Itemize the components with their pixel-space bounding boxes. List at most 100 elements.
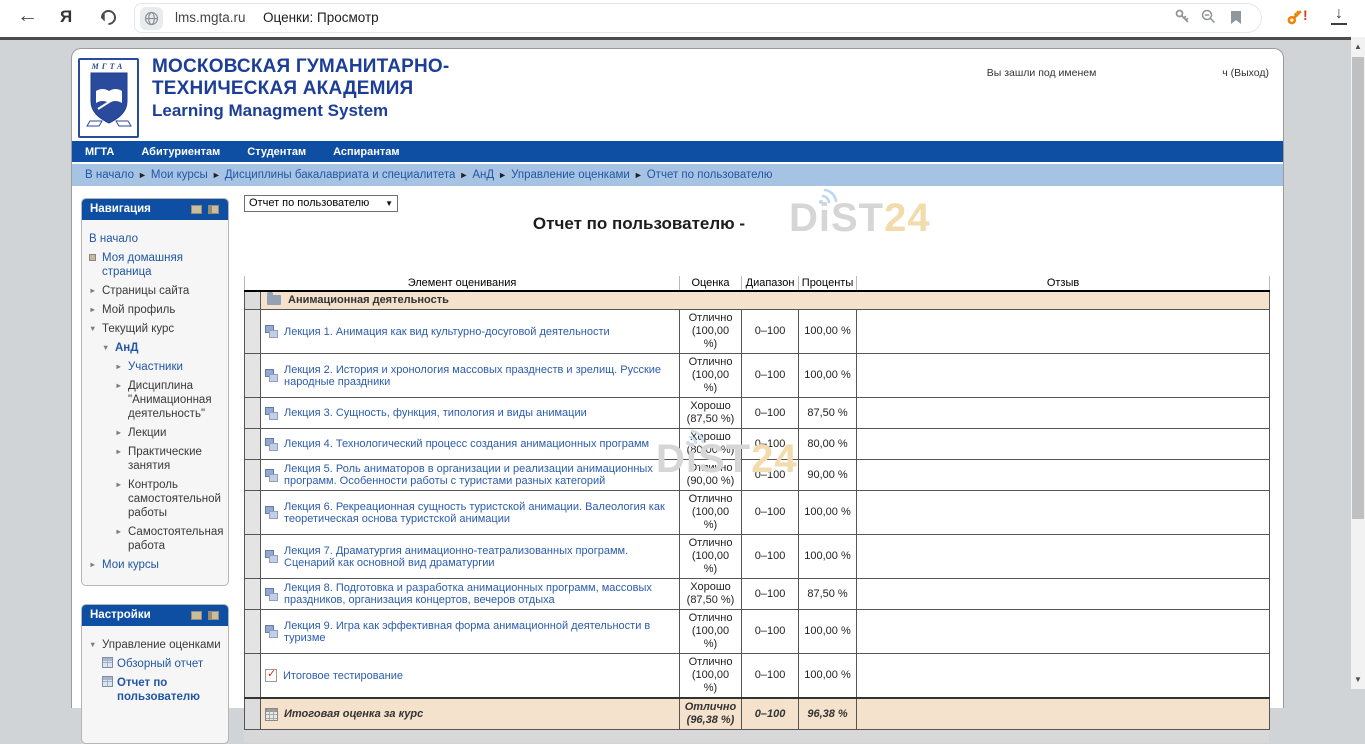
expand-icon[interactable]: ► — [115, 478, 128, 520]
sidebar-item-label[interactable]: В начало — [89, 232, 138, 246]
table-footer-strip — [244, 730, 1269, 743]
logout-link[interactable]: ч (Выход) — [1222, 67, 1269, 79]
refresh-icon[interactable] — [98, 7, 119, 28]
grade-item-link[interactable]: Лекция 5. Роль аниматоров в организации … — [284, 463, 675, 487]
scrollbar-thumb[interactable] — [1352, 57, 1364, 519]
wifi-arcs-icon — [817, 184, 843, 204]
sidebar-item-label: Практические занятия — [128, 445, 222, 473]
expand-icon[interactable]: ► — [115, 360, 128, 374]
report-select-value: Отчет по пользователю — [249, 197, 369, 209]
collapse-block-icon[interactable] — [191, 611, 202, 620]
folder-icon — [267, 295, 281, 305]
sidebar-item-label[interactable]: Обзорный отчет — [117, 657, 203, 671]
item-name-cell: Итоговая оценка за курс — [261, 698, 680, 730]
scroll-up-icon[interactable]: ▲ — [1351, 40, 1365, 54]
back-icon[interactable]: ← — [17, 4, 38, 28]
sidebar-item-label[interactable]: Участники — [128, 360, 183, 374]
scroll-down-icon[interactable]: ▼ — [1351, 673, 1365, 687]
percent-cell: 100,00 % — [799, 654, 857, 699]
indent-cell — [245, 698, 261, 730]
report-type-select[interactable]: Отчет по пользователю ▼ — [244, 195, 398, 212]
sidebar-item-label[interactable]: Мои курсы — [102, 558, 159, 572]
report-icon — [102, 676, 113, 687]
expand-icon[interactable]: ► — [115, 426, 128, 440]
percent-cell: 87,50 % — [799, 579, 857, 610]
expand-icon[interactable]: ► — [89, 303, 102, 317]
dock-block-icon[interactable] — [208, 205, 219, 214]
item-name-cell: Лекция 1. Анимация как вид культурно-дос… — [261, 310, 680, 354]
expand-icon[interactable]: ► — [89, 284, 102, 298]
nav-item[interactable]: МГТА — [85, 146, 114, 158]
item-name-cell: Лекция 7. Драматургия анимационно-театра… — [261, 535, 680, 579]
grade-item-link[interactable]: Лекция 8. Подготовка и разработка анимац… — [284, 582, 675, 606]
sidebar-item-label: Текущий курс — [102, 322, 174, 336]
settings-block-title: Настройки — [90, 609, 151, 621]
nav-item[interactable]: Абитуриентам — [141, 146, 220, 158]
grade-word: Отлично — [684, 312, 737, 325]
collapse-block-icon[interactable] — [191, 205, 202, 214]
sidebar-item: ►Мой профиль — [89, 303, 222, 317]
sidebar-item-label: Страницы сайта — [102, 284, 189, 298]
grade-item-link[interactable]: Лекция 1. Анимация как вид культурно-дос… — [284, 326, 610, 338]
grade-item-link[interactable]: Лекция 4. Технологический процесс создан… — [284, 438, 649, 450]
url-text[interactable]: lms.mgta.ru — [175, 10, 246, 25]
collapse-icon[interactable]: ▼ — [102, 341, 115, 355]
breadcrumb-link[interactable]: Дисциплины бакалавриата и специалитета — [225, 169, 456, 181]
browser-scrollbar[interactable]: ▲ ▼ — [1351, 37, 1365, 689]
dock-block-icon[interactable] — [208, 611, 219, 620]
grade-item-link[interactable]: Итоговое тестирование — [283, 670, 403, 682]
address-bar[interactable]: lms.mgta.ru Оценки: Просмотр — [134, 3, 1262, 33]
calculator-icon — [265, 708, 278, 721]
range-cell: 0–100 — [742, 579, 799, 610]
password-key-icon[interactable] — [1174, 8, 1191, 30]
expand-icon[interactable]: ► — [115, 445, 128, 473]
site-globe-icon[interactable] — [140, 7, 163, 30]
category-label: Анимационная деятельность — [288, 294, 449, 306]
grade-cell: Отлично(100,00 %) — [680, 354, 742, 398]
breadcrumb-link[interactable]: Отчет по пользователю — [647, 169, 773, 181]
grade-item-link[interactable]: Лекция 2. История и хронология массовых … — [284, 364, 675, 388]
password-alert-badge: ! — [1303, 7, 1308, 23]
grade-cell: Отлично(100,00 %) — [680, 310, 742, 354]
password-alert-key-icon[interactable] — [1286, 8, 1304, 31]
breadcrumb-link[interactable]: Управление оценками — [511, 169, 630, 181]
breadcrumb-link[interactable]: В начало — [85, 169, 134, 181]
expand-icon[interactable]: ► — [89, 558, 102, 572]
academy-crest-icon — [86, 71, 132, 129]
settings-block-header: Настройки — [82, 605, 228, 626]
find-zoom-icon[interactable] — [1200, 8, 1217, 30]
grade-item-row: Итоговое тестированиеОтлично(100,00 %)0–… — [245, 654, 1270, 699]
grade-word: Отлично — [684, 701, 737, 714]
nav-item[interactable]: Аспирантам — [333, 146, 399, 158]
grade-cell: Отлично(90,00 %) — [680, 460, 742, 491]
grade-percent: (100,00 %) — [684, 325, 737, 351]
expand-icon[interactable]: ► — [115, 525, 128, 553]
grade-percent: (100,00 %) — [684, 550, 737, 576]
sidebar-item: ▼Текущий курс — [89, 322, 222, 336]
percent-cell: 100,00 % — [799, 535, 857, 579]
grade-item-link[interactable]: Лекция 7. Драматургия анимационно-театра… — [284, 545, 675, 569]
grade-item-link[interactable]: Лекция 9. Игра как эффективная форма ани… — [284, 620, 675, 644]
breadcrumb-link[interactable]: АнД — [472, 169, 494, 181]
bookmark-icon[interactable] — [1231, 11, 1241, 24]
collapse-icon[interactable]: ▼ — [89, 638, 102, 652]
report-icon — [102, 657, 113, 668]
sidebar-item-label[interactable]: Отчет по пользователю — [117, 676, 222, 704]
downloads-icon[interactable]: ↓ — [1331, 5, 1347, 25]
grade-cell: Отлично(96,38 %) — [680, 698, 742, 730]
yandex-browser-icon[interactable]: Я — [60, 7, 72, 27]
nav-item[interactable]: Студентам — [247, 146, 306, 158]
sidebar-item: ►Практические занятия — [115, 445, 222, 473]
sidebar-item-label[interactable]: Моя домашняя страница — [102, 251, 222, 279]
sidebar-item: ▼Управление оценками — [89, 638, 222, 652]
lms-page: МГТА МОСКОВСКАЯ ГУМАНИТАРНО- ТЕХНИЧЕСКАЯ… — [71, 48, 1284, 708]
expand-icon[interactable]: ► — [115, 379, 128, 421]
feedback-cell — [857, 429, 1270, 460]
grade-item-link[interactable]: Лекция 6. Рекреационная сущность туристс… — [284, 501, 675, 525]
grade-item-link[interactable]: Лекция 3. Сущность, функция, типология и… — [284, 407, 587, 419]
range-cell: 0–100 — [742, 429, 799, 460]
sidebar-item-label[interactable]: АнД — [115, 341, 138, 355]
collapse-icon[interactable]: ▼ — [89, 322, 102, 336]
grade-item-row: Лекция 7. Драматургия анимационно-театра… — [245, 535, 1270, 579]
breadcrumb-link[interactable]: Мои курсы — [151, 169, 208, 181]
